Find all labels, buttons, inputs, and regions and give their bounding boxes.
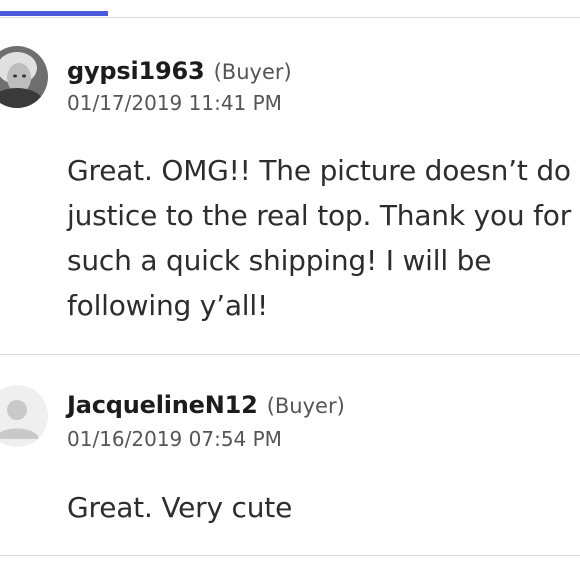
reviews-page: gypsi1963 (Buyer) 01/17/2019 11:41 PM Gr… xyxy=(0,0,580,580)
reviewer-line: gypsi1963 (Buyer) xyxy=(67,57,292,85)
reviewer-line: JacquelineN12 (Buyer) xyxy=(67,391,345,419)
active-tab-indicator xyxy=(0,11,108,16)
review-text: Great. Very cute xyxy=(67,491,293,524)
reviewer-role: (Buyer) xyxy=(213,60,292,84)
tab-bar xyxy=(0,0,580,18)
review-date: 01/16/2019 07:54 PM xyxy=(67,427,282,451)
user-avatar[interactable] xyxy=(0,46,48,108)
reviewer-role: (Buyer) xyxy=(266,394,345,418)
review-item: JacquelineN12 (Buyer) 01/16/2019 07:54 P… xyxy=(0,355,580,556)
user-avatar[interactable] xyxy=(0,385,48,447)
user-photo-icon xyxy=(0,46,48,108)
review-item: gypsi1963 (Buyer) 01/17/2019 11:41 PM Gr… xyxy=(0,18,580,355)
review-date: 01/17/2019 11:41 PM xyxy=(67,91,282,115)
review-text: Great. OMG!! The picture doesn’t do just… xyxy=(67,154,572,322)
reviewer-username[interactable]: JacquelineN12 xyxy=(67,391,258,419)
reviewer-username[interactable]: gypsi1963 xyxy=(67,57,205,85)
default-avatar-icon xyxy=(0,385,48,447)
